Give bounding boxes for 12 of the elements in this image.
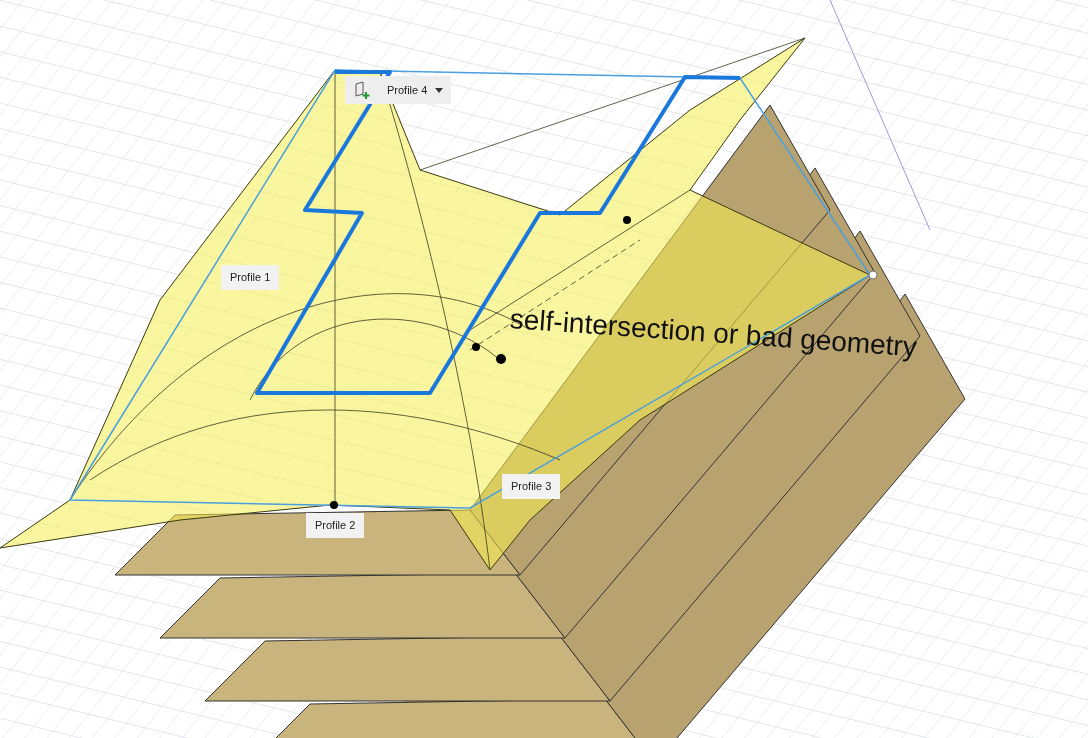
warning-text: self-intersection or bad geometry	[508, 302, 919, 365]
caret-icon	[435, 87, 444, 93]
profile-label: Profile 3	[502, 474, 561, 499]
sketch-point	[623, 216, 631, 224]
profile-label: Profile 2	[306, 513, 365, 538]
sketch-point	[330, 501, 338, 509]
profile-selector[interactable]: Profile 4	[345, 76, 452, 104]
sketch-point	[496, 354, 506, 364]
sketch-add-icon	[353, 80, 371, 100]
sketch-point	[868, 270, 878, 280]
sketch-point	[472, 343, 480, 351]
profile-label: Profile 1	[221, 265, 280, 290]
